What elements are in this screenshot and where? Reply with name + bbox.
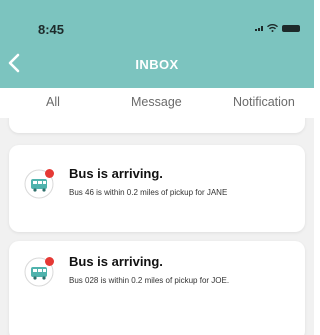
unread-badge	[45, 257, 54, 266]
page-title: INBOX	[135, 57, 179, 72]
nav-bar: INBOX	[0, 42, 314, 86]
signal-icon	[255, 25, 263, 31]
notification-body: Bus 46 is within 0.2 miles of pickup for…	[69, 188, 228, 197]
battery-icon	[282, 24, 300, 32]
notification-card[interactable]	[9, 118, 305, 133]
status-icons	[255, 24, 300, 32]
unread-badge	[45, 169, 54, 178]
notification-card[interactable]: Bus is arriving. Bus 028 is within 0.2 m…	[9, 241, 305, 335]
notification-card[interactable]: Bus is arriving. Bus 46 is within 0.2 mi…	[9, 145, 305, 232]
notification-body: Bus 028 is within 0.2 miles of pickup fo…	[69, 276, 230, 285]
wifi-icon	[267, 24, 278, 32]
tab-bar: All Message Notification	[0, 88, 314, 118]
notification-title: Bus is arriving.	[69, 166, 163, 181]
tab-message[interactable]: Message	[131, 95, 182, 109]
status-time: 8:45	[38, 22, 65, 37]
bus-icon	[24, 169, 54, 199]
header-bar: 8:45 INBOX	[0, 0, 314, 88]
notification-title: Bus is arriving.	[69, 254, 163, 269]
notification-list[interactable]: Bus is arriving. Bus 46 is within 0.2 mi…	[0, 118, 314, 335]
tab-all[interactable]: All	[46, 95, 60, 109]
tab-notification[interactable]: Notification	[233, 95, 295, 109]
status-bar: 8:45	[0, 0, 314, 42]
bus-icon	[24, 257, 54, 287]
